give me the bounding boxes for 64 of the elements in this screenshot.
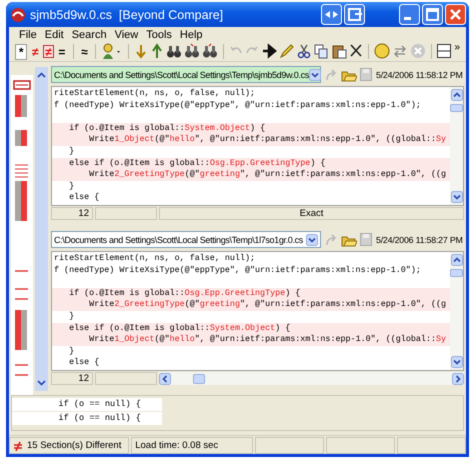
paste-icon[interactable]: [330, 43, 347, 60]
menu-item[interactable]: File: [15, 28, 41, 40]
path-field[interactable]: C:\Documents and Settings\Scott\Local Settings\Temp\1l7so1gr.0.cs: [51, 231, 321, 248]
code-line: riteStartElement(n, ns, o, false, null);: [53, 253, 256, 265]
binoculars-icon[interactable]: [202, 43, 218, 60]
menu-item[interactable]: Search: [68, 28, 111, 40]
filter-button[interactable]: =: [56, 44, 68, 60]
minimize-icon[interactable]: [399, 4, 420, 25]
code-line: else {: [68, 357, 100, 369]
split-view-icon[interactable]: [436, 43, 452, 60]
line-number: 12: [51, 207, 93, 220]
match-status: Exact: [159, 207, 464, 220]
code-line: f (needType) WriteXsiType(@"eppType", @"urn:ietf:params:xml:ns:epp-1.0");: [53, 264, 422, 276]
copy-icon[interactable]: [312, 43, 329, 60]
code-line: riteStartElement(n, ns, o, false, null);: [53, 88, 256, 100]
scroll-thumb[interactable]: [193, 374, 205, 384]
code-line: f (needType) WriteXsiType(@"eppType", @"urn:ietf:params:xml:ns:epp-1.0");: [53, 100, 422, 112]
code-line: }: [68, 180, 76, 192]
window-title: sjmb5d9w.0.cs [Beyond Compare]: [30, 8, 224, 22]
scroll-up-icon[interactable]: [450, 254, 462, 266]
binoculars-icon[interactable]: [184, 43, 200, 60]
scroll-thumb[interactable]: [450, 269, 463, 277]
scroll-up-icon[interactable]: [450, 89, 462, 101]
swap-icon[interactable]: [392, 43, 408, 60]
sync-icon[interactable]: [321, 4, 342, 25]
app-icon: [10, 6, 26, 22]
code-line: }: [68, 146, 76, 158]
filter-button[interactable]: ≠: [43, 45, 54, 58]
timestamp: 5/24/2006 11:58:12 PM: [376, 70, 463, 80]
status-cell: [95, 207, 157, 220]
layout-icon[interactable]: [344, 4, 365, 25]
binoculars-icon[interactable]: [166, 43, 182, 60]
up-arrow-icon[interactable]: [150, 43, 164, 60]
status-cell: [95, 372, 157, 385]
scroll-left-icon[interactable]: [159, 372, 171, 384]
dropdown-icon[interactable]: [308, 68, 321, 80]
menu-item[interactable]: Tools: [142, 28, 176, 40]
not-equal-icon: [13, 440, 23, 450]
line-number: 12: [51, 372, 93, 385]
down-arrow-icon[interactable]: [134, 43, 148, 60]
scroll-down-icon[interactable]: [450, 356, 462, 368]
right-arrow-icon[interactable]: [260, 43, 277, 60]
filter-button[interactable]: ≈: [78, 44, 90, 60]
pencil-icon[interactable]: [278, 43, 295, 60]
menu-item[interactable]: Help: [176, 28, 207, 40]
scroll-right-icon[interactable]: [452, 372, 464, 384]
filter-button[interactable]: *: [15, 44, 28, 60]
menu-item[interactable]: Edit: [40, 28, 68, 40]
status-text: Load time: 0.08 sec: [131, 437, 254, 454]
status-text: 15 Section(s) Different: [27, 440, 122, 451]
overflow-chevron[interactable]: »: [454, 42, 466, 53]
close-icon[interactable]: [445, 4, 466, 25]
code-line: }: [68, 346, 76, 358]
timestamp: 5/24/2006 11:58:27 PM: [376, 234, 463, 244]
menu-item[interactable]: View: [110, 28, 142, 40]
scroll-thumb[interactable]: [450, 104, 463, 112]
maximize-icon[interactable]: [422, 4, 443, 25]
code-line: else {: [68, 192, 100, 204]
code-line: }: [68, 310, 76, 323]
path-field[interactable]: C:\Documents and Settings\Scott\Local Settings\Temp\sjmb5d9w.0.cs: [51, 66, 321, 83]
scroll-down-icon[interactable]: [450, 191, 462, 203]
dropdown-icon[interactable]: [306, 234, 318, 246]
filter-button[interactable]: ≠: [29, 44, 42, 60]
scissors-icon[interactable]: [296, 43, 311, 60]
